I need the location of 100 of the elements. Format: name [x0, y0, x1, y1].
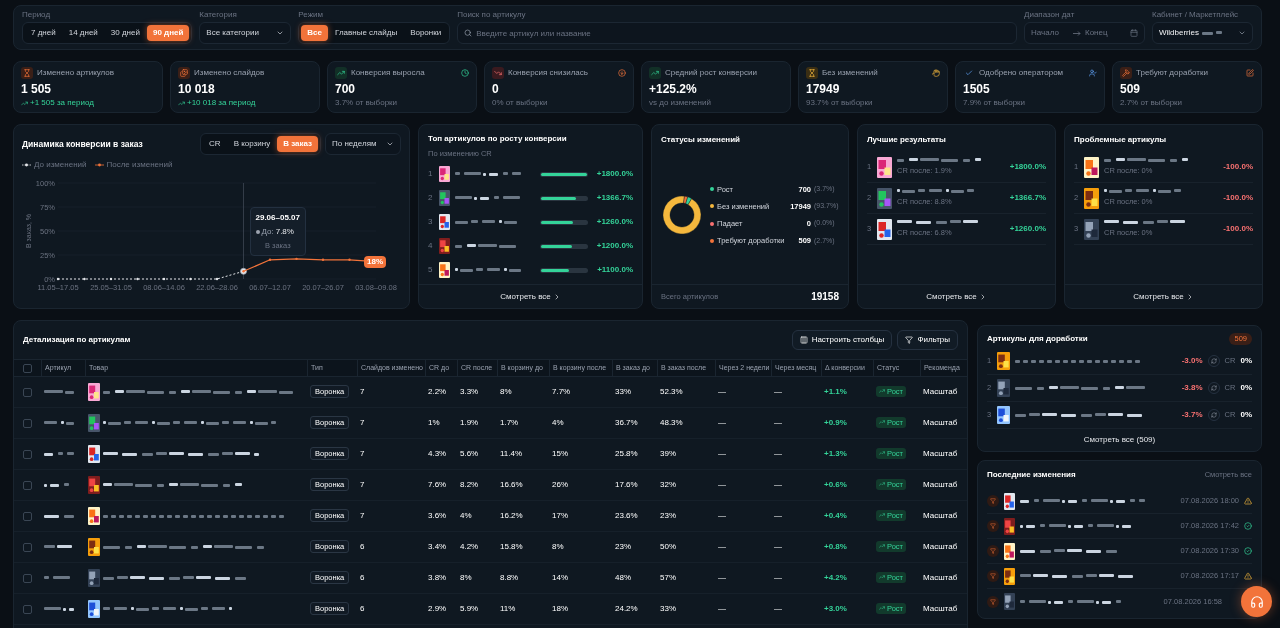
table-cell: 6	[360, 542, 365, 551]
table-cell: 48.3%	[660, 418, 683, 427]
grouping-select[interactable]: По неделям	[325, 133, 401, 155]
segment-tab[interactable]: CR	[203, 136, 227, 152]
segment-tab[interactable]: Воронки	[404, 25, 448, 41]
tooltip-label: До:	[261, 226, 274, 238]
edit-icon	[1246, 69, 1254, 77]
stat-caption: 3.7% от выборки	[335, 99, 398, 107]
cabinet-select[interactable]: Wildberries	[1152, 22, 1253, 44]
table-cell: 15.8%	[500, 542, 523, 551]
refresh-icon	[1210, 358, 1217, 364]
table-cell: 36.7%	[615, 418, 638, 427]
funnel-icon	[987, 495, 999, 507]
funnel-icon	[987, 520, 999, 532]
growth-value: +1260.0%	[595, 216, 633, 229]
arrow-icon	[1073, 30, 1081, 36]
table-cell: 3.4%	[428, 542, 447, 551]
field-label: Категория	[199, 11, 238, 19]
conversion-delta: +0.4%	[824, 511, 847, 520]
start-date-field[interactable]: Начало	[1031, 27, 1069, 39]
field-label: Режим	[298, 11, 324, 19]
segment-tab[interactable]: Главные слайды	[329, 25, 404, 41]
table-cell: 1.7%	[500, 418, 519, 427]
checkbox[interactable]	[23, 542, 32, 552]
card-title: Артикулы для доработки	[987, 333, 1088, 345]
arrow-down-circle-icon	[618, 69, 626, 77]
table-cell: 8%	[460, 573, 472, 582]
table-cell: 3.8%	[428, 573, 447, 582]
table-cell: 6	[360, 604, 365, 613]
stat-value: 700	[335, 83, 357, 95]
table-cell: 15%	[552, 449, 568, 458]
table-cell: —	[774, 604, 782, 613]
cr-value: 0%	[1240, 409, 1252, 421]
see-all-link[interactable]: Смотреть все (509)	[1083, 434, 1156, 446]
segment-tab[interactable]: 30 дней	[104, 25, 146, 41]
table-cell: —	[774, 542, 782, 551]
segment-tab[interactable]: 14 дней	[62, 25, 104, 41]
conversion-delta: +1.1%	[824, 387, 847, 396]
images-icon	[178, 67, 190, 79]
table-cell: —	[718, 604, 726, 613]
columns-icon	[799, 336, 808, 344]
cr-value: 0%	[1240, 382, 1252, 394]
table-cell: 14%	[552, 573, 568, 582]
field-label: Поиск по артикулу	[457, 11, 527, 19]
table-cell: Масштаб	[923, 449, 958, 458]
stat-label: Изменено артикулов	[37, 69, 115, 77]
category-select[interactable]: Все категории	[199, 22, 292, 44]
field-label: Кабинет / Маркетплейс	[1152, 11, 1240, 19]
support-button[interactable]	[1241, 586, 1272, 617]
growth-value: +1200.0%	[595, 240, 633, 253]
table-cell: —	[718, 480, 726, 489]
table-cell: Масштаб	[923, 573, 958, 582]
table-cell: Масштаб	[923, 387, 958, 396]
table-cell: 33%	[660, 604, 676, 613]
stat-label: Одобрено оператором	[979, 69, 1064, 77]
checkbox[interactable]	[23, 387, 32, 397]
change-value: -3.8%	[1181, 382, 1203, 394]
hammer-icon	[1120, 67, 1132, 79]
table-cell: 2.2%	[428, 387, 447, 396]
segment-tab[interactable]: В корзину	[227, 136, 277, 152]
table-cell: 52.3%	[660, 387, 683, 396]
clock-icon	[461, 69, 469, 77]
legend-line-icon	[22, 163, 31, 167]
blurred-text	[455, 171, 521, 178]
growth-value: +1800.0%	[595, 168, 633, 181]
table-cell: —	[774, 511, 782, 520]
warning-icon	[1244, 572, 1252, 580]
segment-tab[interactable]: 7 дней	[25, 25, 62, 41]
see-all-link[interactable]: Смотреть все	[500, 290, 561, 303]
checkbox[interactable]	[23, 573, 32, 583]
blurred-text	[44, 513, 74, 519]
see-all-link[interactable]: Смотреть все	[926, 290, 987, 303]
tooltip-value: 7.8%	[275, 226, 294, 238]
rank-number: 1	[428, 168, 434, 181]
checkbox[interactable]	[23, 511, 32, 521]
conversion-delta: +0.9%	[824, 418, 847, 427]
checkbox[interactable]	[23, 449, 32, 459]
checkbox[interactable]	[23, 418, 32, 428]
refresh-icon	[1210, 385, 1217, 391]
headphones-icon	[1249, 594, 1264, 609]
checkbox[interactable]	[23, 363, 32, 373]
funnel-icon	[987, 545, 999, 557]
change-value: -100.0%	[1223, 192, 1253, 204]
end-date-field[interactable]: Конец	[1085, 27, 1121, 39]
stat-value: 1 505	[21, 83, 53, 95]
table-cell: 18%	[552, 604, 568, 613]
date-range-field[interactable]: Начало Конец	[1024, 22, 1145, 44]
table-cell: 57%	[660, 573, 676, 582]
table-cell: 1.9%	[460, 418, 479, 427]
toolbar-button[interactable]: Настроить столбцы	[791, 330, 893, 350]
checkbox[interactable]	[23, 480, 32, 490]
see-all-link[interactable]: Смотреть все	[1133, 290, 1194, 303]
checkbox[interactable]	[23, 604, 32, 614]
toolbar-button[interactable]: Фильтры	[897, 330, 958, 350]
table-cell: 11%	[500, 604, 516, 613]
hourglass-icon	[806, 67, 818, 79]
table-cell: 7	[360, 511, 365, 520]
table-cell: —	[718, 449, 726, 458]
table-cell: —	[774, 449, 782, 458]
table-cell: —	[774, 418, 782, 427]
